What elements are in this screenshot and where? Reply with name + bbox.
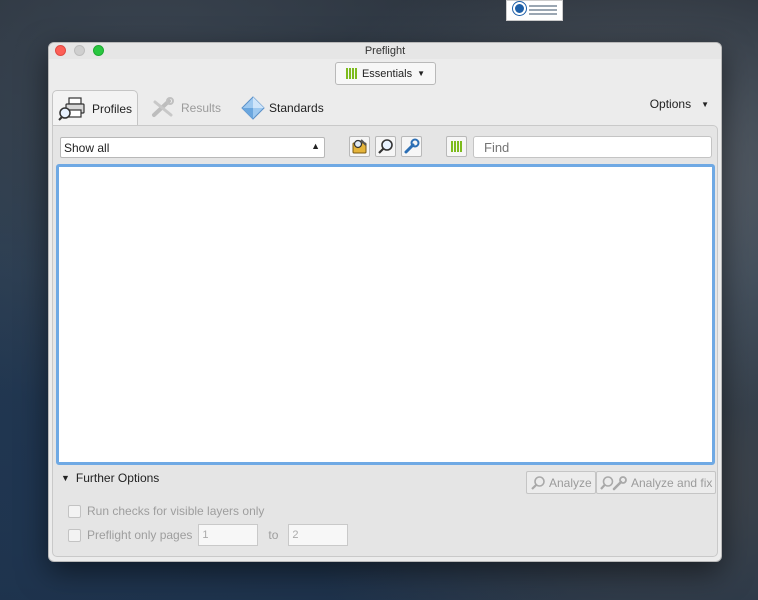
tab-results-label: Results bbox=[181, 101, 222, 115]
page-to-input[interactable] bbox=[288, 524, 349, 546]
visible-layers-option: Run checks for visible layers only bbox=[68, 504, 264, 518]
essentials-button[interactable]: Essentials ▼ bbox=[335, 62, 436, 85]
tab-standards[interactable]: Standards bbox=[241, 90, 324, 126]
analyze-and-fix-label: Analyze and fix bbox=[631, 475, 713, 490]
further-options-toggle[interactable]: ▼ Further Options bbox=[61, 471, 159, 485]
printer-magnifier-icon bbox=[58, 96, 85, 121]
tab-results[interactable]: Results bbox=[151, 90, 221, 126]
edit-profile-button[interactable] bbox=[349, 136, 370, 157]
preflight-window: Preflight Essentials ▼ Profiles Results bbox=[48, 42, 722, 562]
analyze-button[interactable]: Analyze bbox=[526, 471, 596, 494]
wrench-icon bbox=[404, 138, 420, 154]
magnifier-wrench-icon bbox=[600, 475, 627, 490]
window-title: Preflight bbox=[364, 45, 406, 57]
profile-filter-value: Show all bbox=[64, 140, 110, 155]
page-from-input[interactable] bbox=[198, 524, 259, 546]
pages-only-option: Preflight only pages to bbox=[68, 524, 349, 546]
essentials-filter-button[interactable] bbox=[446, 136, 467, 157]
diamond-icon bbox=[241, 96, 265, 120]
profiles-list[interactable] bbox=[56, 164, 715, 465]
profile-filter-select[interactable]: Show all ▲ bbox=[60, 137, 325, 158]
title-bar[interactable]: Preflight bbox=[49, 43, 721, 59]
page-to-label: to bbox=[268, 528, 279, 542]
tab-profiles[interactable]: Profiles bbox=[52, 90, 138, 126]
profiles-panel: Show all ▲ ▼ bbox=[52, 125, 718, 557]
magnifier-icon bbox=[378, 139, 393, 154]
pages-only-label: Preflight only pages bbox=[87, 528, 193, 542]
disclosure-triangle-icon: ▼ bbox=[61, 473, 70, 483]
inspect-button[interactable] bbox=[375, 136, 396, 157]
options-menu-button[interactable]: Options ▼ bbox=[650, 97, 709, 111]
visible-layers-checkbox[interactable] bbox=[68, 504, 81, 518]
thumbnail-text-lines bbox=[529, 5, 557, 17]
further-options-label: Further Options bbox=[75, 471, 160, 485]
analyze-and-fix-button[interactable]: Analyze and fix bbox=[596, 471, 717, 494]
tab-profiles-label: Profiles bbox=[92, 101, 133, 116]
options-label: Options bbox=[649, 97, 692, 111]
find-input[interactable] bbox=[473, 136, 712, 158]
pages-only-checkbox[interactable] bbox=[68, 528, 81, 542]
select-arrows-icon: ▲ bbox=[311, 141, 320, 151]
visible-layers-label: Run checks for visible layers only bbox=[87, 504, 265, 518]
wrench-cross-icon bbox=[152, 97, 174, 117]
chevron-down-icon: ▼ bbox=[701, 99, 709, 109]
fixup-button[interactable] bbox=[401, 136, 422, 157]
analyze-label: Analyze bbox=[549, 475, 592, 490]
chevron-down-icon: ▼ bbox=[417, 69, 426, 78]
bars-icon bbox=[451, 141, 462, 152]
essentials-label: Essentials bbox=[361, 67, 413, 80]
desktop-file-thumbnail[interactable] bbox=[506, 0, 563, 21]
logo-icon bbox=[513, 2, 526, 15]
tab-standards-label: Standards bbox=[269, 101, 324, 115]
bars-icon bbox=[345, 68, 357, 79]
magnifier-icon bbox=[531, 475, 545, 490]
profile-edit-icon bbox=[352, 139, 367, 154]
